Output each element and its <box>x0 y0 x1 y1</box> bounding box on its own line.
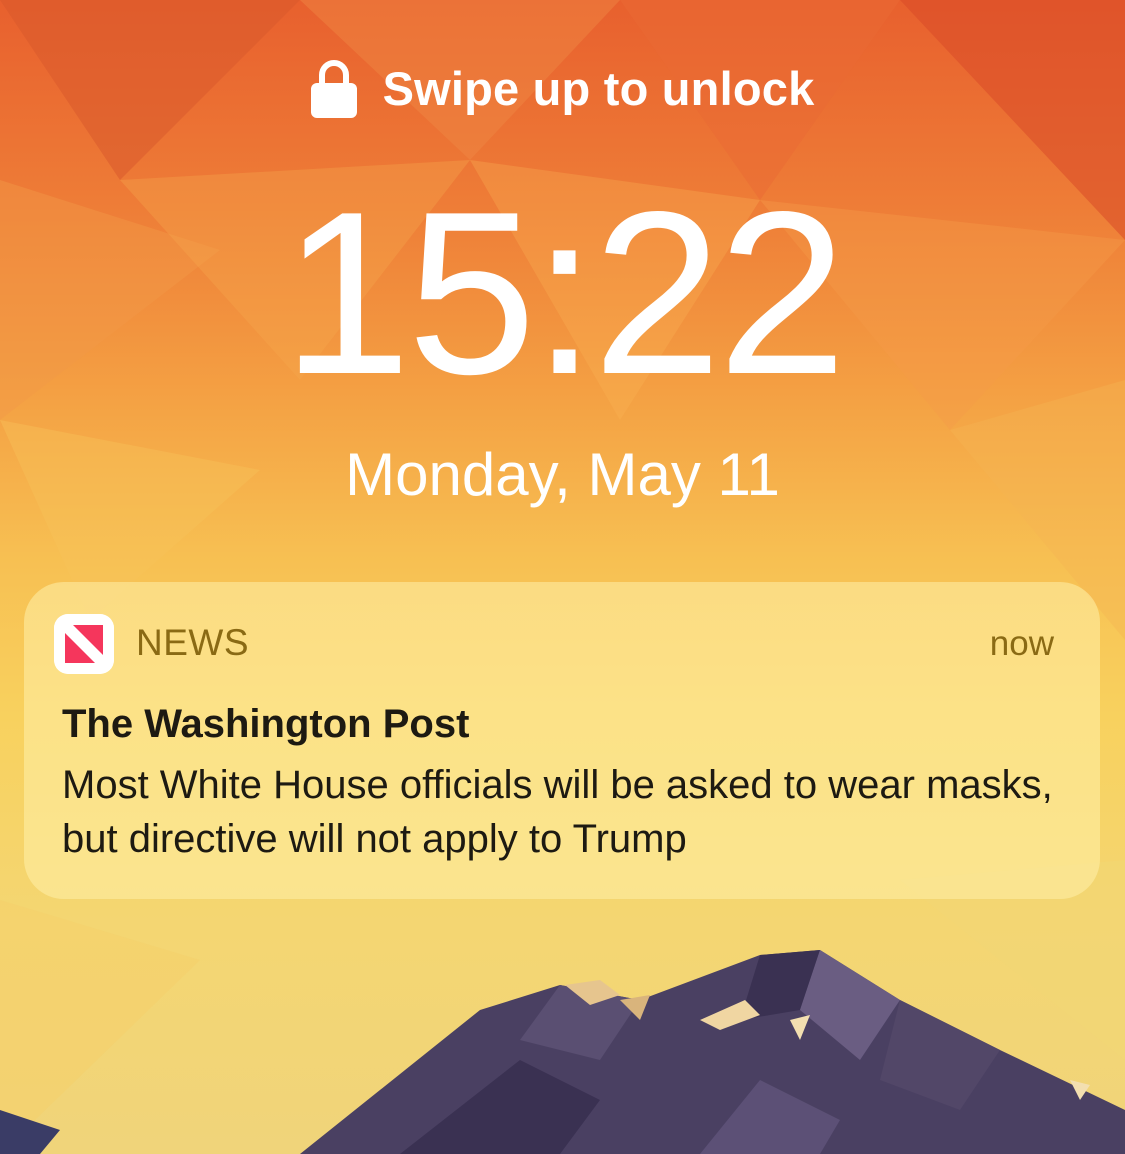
notification-body: Most White House officials will be asked… <box>62 763 1053 861</box>
lock-icon <box>310 60 357 118</box>
clock-date: Monday, May 11 <box>345 441 780 508</box>
notification-timestamp: now <box>989 624 1054 663</box>
news-notification[interactable]: NEWS now The Washington Post Most White … <box>24 582 1100 899</box>
notification-app-name: NEWS <box>136 622 249 663</box>
lock-screen[interactable]: Swipe up to unlock 15:22 Monday, May 11 … <box>0 0 1125 1154</box>
unlock-hint-row: Swipe up to unlock <box>0 58 1125 118</box>
apple-news-icon <box>54 614 114 674</box>
notification-title: The Washington Post <box>62 702 470 746</box>
unlock-hint-text: Swipe up to unlock <box>382 61 815 115</box>
clock-time: 15:22 <box>282 164 847 423</box>
